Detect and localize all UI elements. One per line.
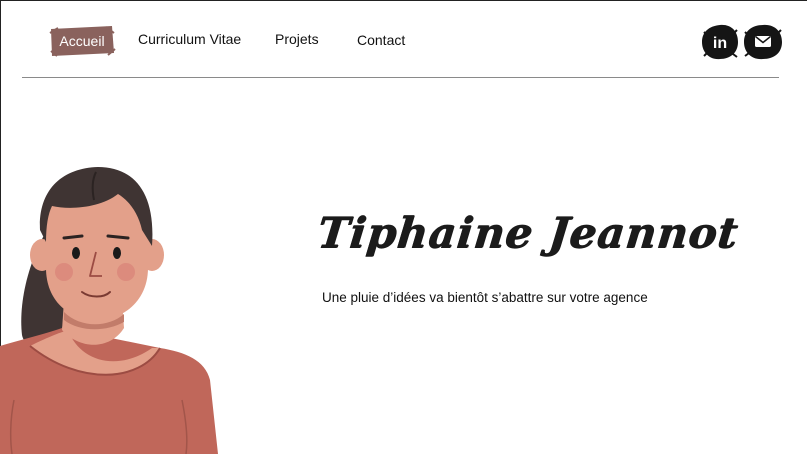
nav-label-accueil: Accueil (59, 33, 105, 49)
mail-icon (744, 24, 782, 60)
mail-link[interactable] (743, 24, 782, 60)
left-brow (62, 234, 84, 240)
avatar-illustration (0, 167, 218, 454)
nav-contact[interactable]: Contact (357, 32, 405, 48)
right-eye (113, 247, 121, 259)
header-divider (22, 77, 779, 78)
hero-subtitle: Une pluie d’idées va bientôt s’abattre s… (322, 290, 648, 305)
left-eye (72, 247, 80, 259)
linkedin-link[interactable]: in (701, 24, 739, 60)
nav-projets[interactable]: Projets (275, 31, 319, 47)
linkedin-icon: in (702, 24, 738, 60)
top-navigation: Accueil Curriculum Vitae Projets Contact… (0, 0, 808, 78)
hero-title: Tiphaine Jeannot (315, 208, 742, 257)
svg-text:in: in (713, 35, 727, 52)
nav-curriculum-vitae[interactable]: Curriculum Vitae (138, 31, 241, 47)
nav-label-projets: Projets (275, 31, 319, 47)
nav-label-contact: Contact (357, 32, 406, 48)
right-cheek (117, 263, 135, 281)
nav-label-cv: Curriculum Vitae (138, 31, 242, 47)
nav-accueil[interactable]: Accueil (49, 26, 116, 57)
left-cheek (55, 263, 73, 281)
right-brow (106, 234, 130, 240)
